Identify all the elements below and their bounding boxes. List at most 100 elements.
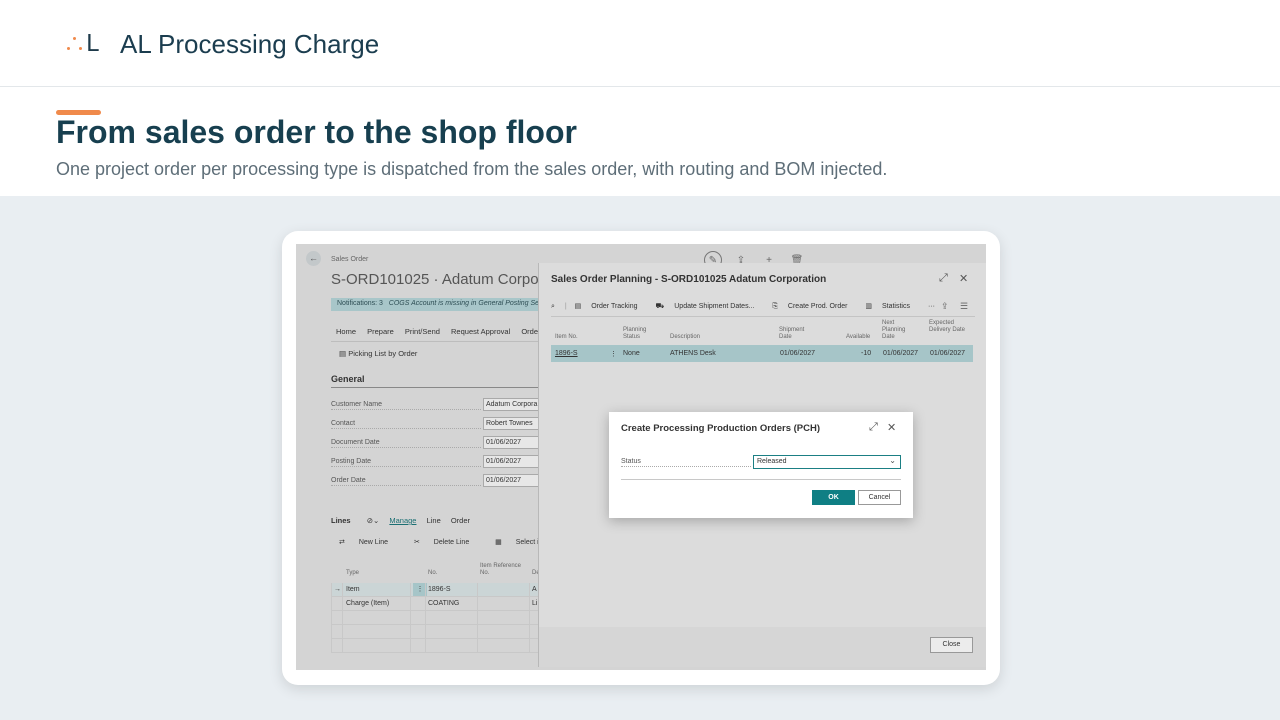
share-icon[interactable]: ⇪ bbox=[941, 301, 949, 312]
col-description: Description bbox=[670, 334, 701, 340]
more-options-icon[interactable]: ··· bbox=[928, 303, 935, 310]
row-menu-icon[interactable]: ⋮ bbox=[610, 350, 617, 358]
document-icon: ▤ bbox=[339, 349, 347, 358]
action-request-approval[interactable]: Request Approval bbox=[451, 327, 510, 336]
update-shipment-dates-label: Update Shipment Dates... bbox=[674, 303, 755, 310]
notification-message: COGS Account is missing in General Posti… bbox=[388, 300, 540, 307]
grid-line bbox=[529, 583, 530, 653]
tab-order[interactable]: Order bbox=[451, 516, 470, 525]
search-icon[interactable]: ⌕ bbox=[551, 303, 555, 310]
posting-date-label: Posting Date bbox=[331, 458, 481, 467]
table-row[interactable]: Charge (Item) COATING Li bbox=[331, 597, 541, 611]
device-frame: ← Sales Order S-ORD101025 · Adatum Corpo… bbox=[282, 231, 1000, 685]
customer-name-label: Customer Name bbox=[331, 401, 481, 410]
cell-description: ATHENS Desk bbox=[670, 350, 716, 357]
col-no: No. bbox=[428, 570, 438, 576]
order-tracking-icon: ▤ bbox=[574, 303, 582, 310]
col-expected-delivery-date: Expected Delivery Date bbox=[929, 320, 966, 333]
table-row[interactable]: 1896-S ⋮ None ATHENS Desk 01/06/2027 -10… bbox=[551, 345, 973, 362]
create-prod-order-button[interactable]: ⎘ Create Prod. Order bbox=[772, 303, 855, 310]
planning-title: Sales Order Planning - S-ORD101025 Adatu… bbox=[551, 274, 827, 285]
list-view-icon[interactable]: ☰ bbox=[960, 301, 968, 312]
row-arrow-icon: → bbox=[334, 586, 341, 593]
order-date-field[interactable]: 01/06/2027 bbox=[483, 474, 543, 487]
tab-line[interactable]: Line bbox=[427, 516, 441, 525]
lines-tabs: Lines ⊘⌄ Manage Line Order bbox=[331, 516, 478, 525]
status-label: Status bbox=[621, 458, 751, 467]
action-print-send[interactable]: Print/Send bbox=[405, 327, 440, 336]
logo-letter: L bbox=[86, 31, 99, 57]
close-icon[interactable]: ✕ bbox=[887, 421, 896, 434]
close-button[interactable]: Close bbox=[930, 637, 973, 653]
tab-manage[interactable]: Manage bbox=[389, 516, 416, 525]
table-row bbox=[331, 625, 541, 639]
statistics-button[interactable]: ▥ Statistics bbox=[865, 303, 918, 310]
cell-planning-status: None bbox=[623, 350, 640, 357]
chevron-down-icon: ⌄ bbox=[889, 456, 896, 465]
page-title: From sales order to the shop floor bbox=[56, 114, 577, 150]
back-arrow-icon[interactable]: ← bbox=[306, 251, 321, 266]
planning-toolbar: ⌕ | ▤ Order Tracking ⛟ Update Shipment D… bbox=[551, 302, 943, 311]
cell-available: -10 bbox=[861, 350, 872, 357]
app-title: AL Processing Charge bbox=[120, 29, 380, 59]
action-home[interactable]: Home bbox=[336, 327, 356, 336]
cancel-button[interactable]: Cancel bbox=[858, 490, 901, 505]
new-line-icon: ⇄ bbox=[339, 539, 345, 546]
create-prod-order-icon: ⎘ bbox=[772, 303, 778, 310]
statistics-icon: ▥ bbox=[865, 303, 873, 310]
new-line-label: New Line bbox=[358, 539, 389, 546]
document-date-label: Document Date bbox=[331, 439, 481, 448]
col-shipment-date: Shipment Date bbox=[779, 327, 805, 340]
posting-date-field[interactable]: 01/06/2027 bbox=[483, 455, 543, 468]
table-row bbox=[331, 639, 541, 653]
cell-item-no[interactable]: 1896-S bbox=[555, 350, 578, 357]
contact-field[interactable]: Robert Townes bbox=[483, 417, 543, 430]
create-processing-orders-dialog: Create Processing Production Orders (PCH… bbox=[609, 412, 913, 518]
close-icon[interactable]: ✕ bbox=[959, 272, 968, 285]
order-tracking-button[interactable]: ▤ Order Tracking bbox=[575, 303, 646, 310]
page-caption: Sales Order bbox=[331, 256, 369, 263]
cell-no: 1896-S bbox=[428, 586, 451, 593]
lines-menu-icon[interactable]: ⊘⌄ bbox=[367, 516, 380, 525]
ok-button[interactable]: OK bbox=[812, 490, 855, 505]
delete-line-icon: ✂ bbox=[413, 539, 420, 546]
cell-type: Charge (Item) bbox=[346, 600, 390, 607]
table-row[interactable]: → Item ⋮ 1896-S A bbox=[331, 583, 541, 597]
contact-label: Contact bbox=[331, 420, 481, 429]
dialog-title: Create Processing Production Orders (PCH… bbox=[621, 423, 821, 434]
action-prepare[interactable]: Prepare bbox=[367, 327, 394, 336]
col-type: Type bbox=[346, 570, 360, 576]
status-select[interactable]: Released ⌄ bbox=[753, 455, 901, 469]
expand-icon[interactable]: ⤢ bbox=[869, 421, 878, 434]
picking-list-button[interactable]: ▤ Picking List by Order bbox=[339, 349, 417, 358]
separator: | bbox=[564, 303, 567, 310]
general-heading[interactable]: General bbox=[331, 374, 365, 384]
order-date-label: Order Date bbox=[331, 477, 481, 486]
col-item-reference: Item Reference No. bbox=[480, 563, 522, 576]
new-line-button[interactable]: ⇄ New Line bbox=[339, 539, 400, 546]
update-shipment-dates-button[interactable]: ⛟ Update Shipment Dates... bbox=[655, 303, 762, 310]
notification-count[interactable]: Notifications: 3 bbox=[337, 300, 383, 307]
select-items-icon: ▦ bbox=[495, 539, 502, 546]
grid-line bbox=[477, 583, 478, 653]
cell-next-planning-date: 01/06/2027 bbox=[883, 350, 919, 357]
col-next-planning-date: Next Planning Date bbox=[882, 320, 906, 340]
planning-footer: Close bbox=[539, 627, 986, 667]
document-date-field[interactable]: 01/06/2027 bbox=[483, 436, 543, 449]
picking-list-label: Picking List by Order bbox=[348, 349, 418, 358]
cell-description: Li bbox=[532, 600, 538, 607]
delete-line-button[interactable]: ✂ Delete Line bbox=[414, 539, 481, 546]
divider bbox=[551, 316, 975, 317]
order-tracking-label: Order Tracking bbox=[591, 303, 638, 310]
create-prod-order-label: Create Prod. Order bbox=[787, 303, 848, 310]
cell-description: A bbox=[532, 586, 537, 593]
col-item-no: Item No. bbox=[555, 334, 578, 340]
col-available: Available bbox=[846, 334, 871, 340]
grid-line bbox=[342, 583, 343, 653]
cell-type: Item bbox=[346, 586, 360, 593]
expand-icon[interactable]: ⤢ bbox=[939, 272, 948, 285]
sales-order-title: S-ORD101025 · Adatum Corporat bbox=[331, 271, 557, 288]
customer-name-field[interactable]: Adatum Corpora bbox=[483, 398, 543, 411]
grid-line bbox=[410, 583, 411, 653]
status-value: Released bbox=[757, 458, 787, 465]
